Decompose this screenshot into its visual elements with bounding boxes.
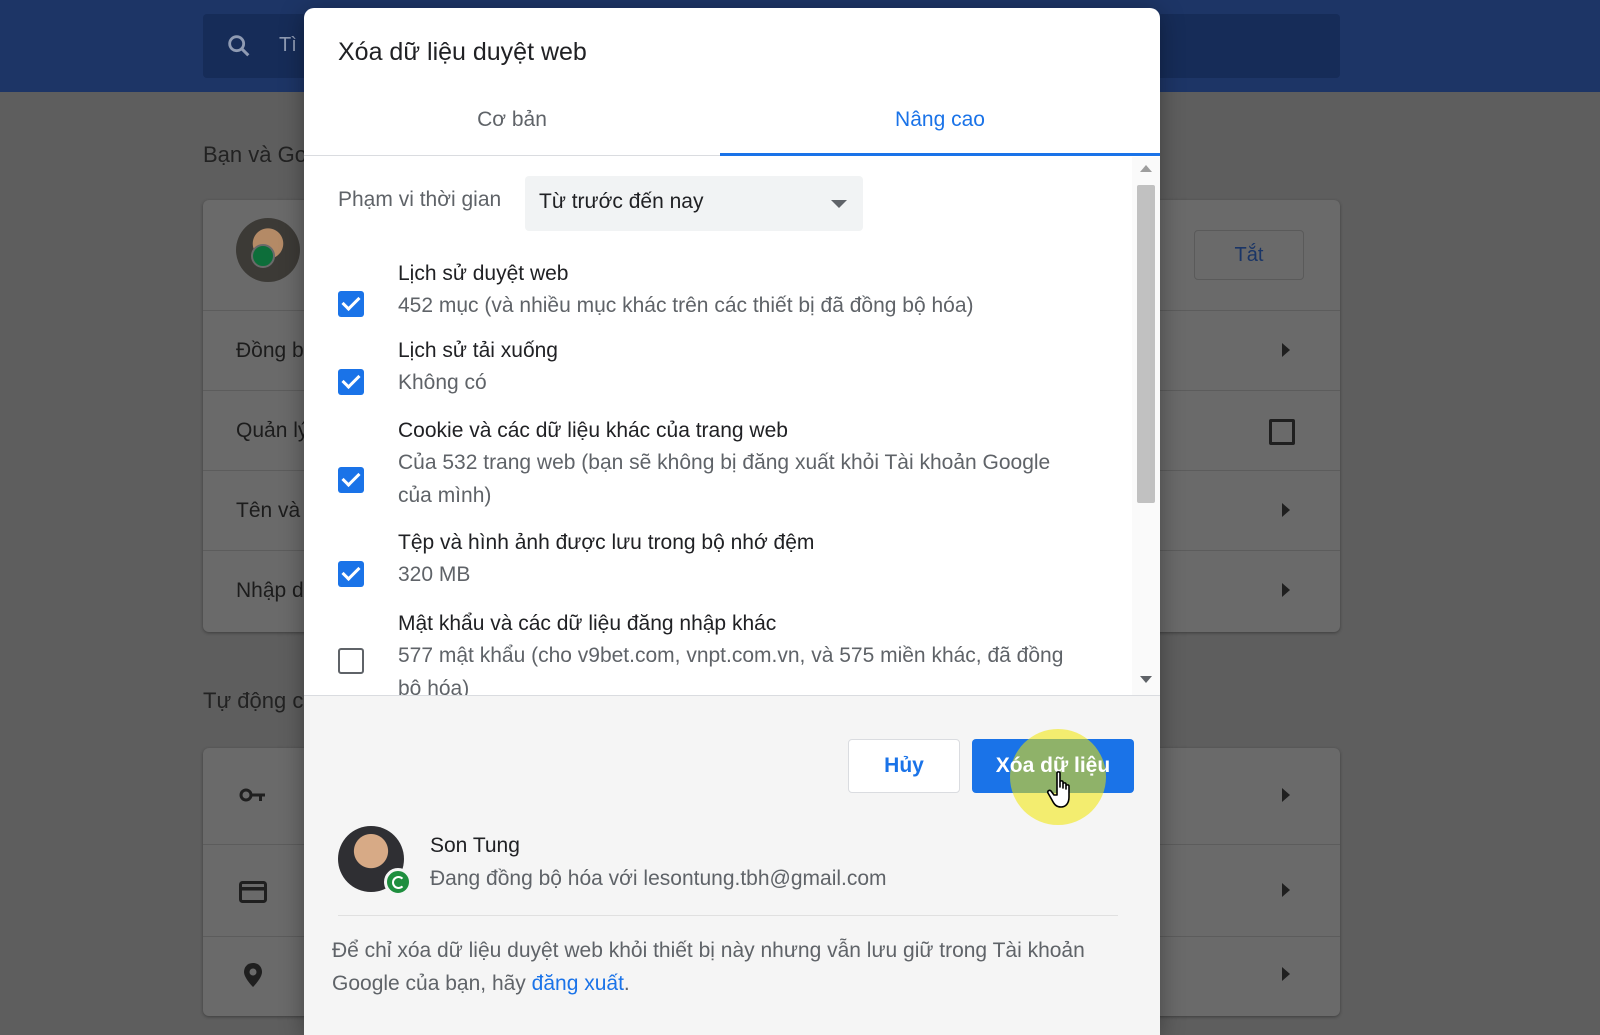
chevron-right-icon bbox=[1282, 788, 1290, 802]
checkbox-passwords[interactable] bbox=[338, 648, 364, 674]
chevron-right-icon bbox=[1282, 883, 1290, 897]
option-title: Cookie và các dữ liệu khác của trang web bbox=[398, 419, 788, 442]
section-title-autofill: Tự động c bbox=[203, 688, 304, 713]
option-title: Tệp và hình ảnh được lưu trong bộ nhớ đệ… bbox=[398, 531, 815, 554]
chevron-right-icon bbox=[1282, 583, 1290, 597]
option-title: Mật khẩu và các dữ liệu đăng nhập khác bbox=[398, 612, 777, 635]
chevron-right-icon bbox=[1282, 343, 1290, 357]
scroll-up-arrow-icon[interactable] bbox=[1140, 165, 1152, 172]
tab-advanced[interactable]: Nâng cao bbox=[720, 90, 1160, 156]
row-label: Nhập d bbox=[236, 579, 304, 602]
note-text: Để chỉ xóa dữ liệu duyệt web khỏi thiết … bbox=[332, 939, 1085, 995]
option-description: 452 mục (và nhiều mục khác trên các thiế… bbox=[398, 294, 974, 317]
sync-icon bbox=[384, 868, 412, 896]
scroll-down-arrow-icon[interactable] bbox=[1140, 676, 1152, 683]
credit-card-icon bbox=[239, 881, 267, 903]
location-pin-icon bbox=[244, 963, 262, 987]
hand-cursor-icon bbox=[1046, 771, 1070, 808]
dropdown-arrow-icon bbox=[831, 200, 847, 208]
note-end: . bbox=[623, 972, 630, 995]
tab-basic[interactable]: Cơ bản bbox=[304, 90, 720, 156]
checkbox-download-history[interactable] bbox=[338, 369, 364, 395]
open-in-new-icon bbox=[1269, 419, 1295, 445]
dialog-footer: Hủy Xóa dữ liệu Son Tung Đang đồng bộ hó… bbox=[304, 695, 1160, 1035]
content-scrollbar[interactable] bbox=[1132, 157, 1160, 695]
option-cookies: Cookie và các dữ liệu khác của trang web… bbox=[304, 419, 1124, 529]
checkbox-cache[interactable] bbox=[338, 561, 364, 587]
sync-badge-icon bbox=[251, 244, 275, 268]
chevron-right-icon bbox=[1282, 967, 1290, 981]
account-info: Son Tung Đang đồng bộ hóa với lesontung.… bbox=[338, 826, 1118, 916]
clear-browsing-data-dialog: Xóa dữ liệu duyệt web Cơ bản Nâng cao Ph… bbox=[304, 8, 1160, 1035]
scrollbar-thumb[interactable] bbox=[1137, 185, 1155, 503]
checkbox-cookies[interactable] bbox=[338, 467, 364, 493]
option-title: Lịch sử tải xuống bbox=[398, 339, 558, 362]
search-placeholder: Tì bbox=[279, 34, 297, 56]
sign-out-link[interactable]: đăng xuất bbox=[532, 972, 624, 995]
option-passwords: Mật khẩu và các dữ liệu đăng nhập khác 5… bbox=[304, 612, 1124, 695]
time-range-value: Từ trước đến nay bbox=[539, 190, 704, 213]
dialog-title: Xóa dữ liệu duyệt web bbox=[338, 38, 587, 66]
section-title-you-and-google: Bạn và Go bbox=[203, 142, 307, 167]
active-tab-indicator bbox=[720, 153, 1160, 156]
option-cache: Tệp và hình ảnh được lưu trong bộ nhớ đệ… bbox=[304, 531, 1124, 611]
search-icon bbox=[228, 35, 250, 57]
sign-out-note: Để chỉ xóa dữ liệu duyệt web khỏi thiết … bbox=[332, 934, 1122, 1000]
row-label: Đồng b bbox=[236, 339, 304, 362]
option-title: Lịch sử duyệt web bbox=[398, 262, 569, 285]
time-range-label: Phạm vi thời gian bbox=[338, 188, 502, 211]
time-range-select[interactable]: Từ trước đến nay bbox=[525, 176, 863, 231]
dialog-tabs: Cơ bản Nâng cao bbox=[304, 90, 1160, 156]
key-icon bbox=[239, 788, 265, 802]
option-description: Không có bbox=[398, 371, 487, 394]
option-browsing-history: Lịch sử duyệt web 452 mục (và nhiều mục … bbox=[304, 257, 1124, 337]
checkbox-browsing-history[interactable] bbox=[338, 291, 364, 317]
row-label: Quản lý bbox=[236, 419, 309, 442]
cancel-button[interactable]: Hủy bbox=[848, 739, 960, 793]
turn-off-sync-button[interactable]: Tắt bbox=[1194, 230, 1304, 280]
option-description: Của 532 trang web (bạn sẽ không bị đăng … bbox=[398, 451, 1051, 507]
chevron-right-icon bbox=[1282, 503, 1290, 517]
option-description: 320 MB bbox=[398, 563, 471, 586]
option-download-history: Lịch sử tải xuống Không có bbox=[304, 337, 1124, 417]
option-description: 577 mật khẩu (cho v9bet.com, vnpt.com.vn… bbox=[398, 644, 1064, 695]
dialog-content: Phạm vi thời gian Từ trước đến nay Lịch … bbox=[304, 157, 1160, 695]
account-sync-status: Đang đồng bộ hóa với lesontung.tbh@gmail… bbox=[430, 867, 887, 890]
account-name: Son Tung bbox=[430, 834, 520, 857]
row-label: Tên và bbox=[236, 499, 301, 522]
